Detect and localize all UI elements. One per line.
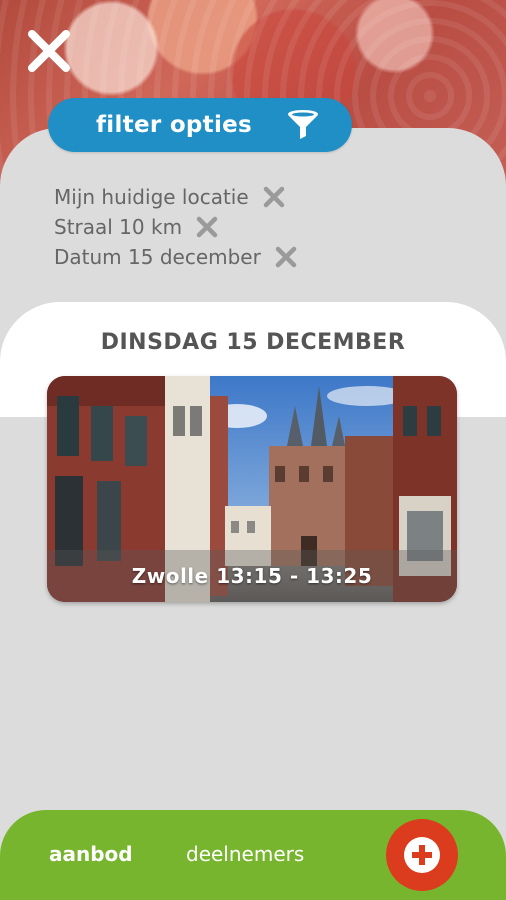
- close-icon: [275, 246, 297, 268]
- close-icon: [196, 216, 218, 238]
- event-card[interactable]: Zwolle 13:15 - 13:25: [47, 376, 457, 602]
- remove-filter-radius-button[interactable]: [196, 216, 218, 238]
- filter-options-button[interactable]: filter opties: [48, 98, 352, 152]
- filter-chip-label: Mijn huidige locatie: [54, 185, 249, 209]
- filter-chip-location: Mijn huidige locatie: [54, 182, 297, 212]
- tab-aanbod[interactable]: aanbod: [49, 842, 133, 866]
- active-filters-list: Mijn huidige locatie Straal 10 km Datum …: [54, 182, 297, 272]
- close-icon: [263, 186, 284, 208]
- plus-icon: [404, 837, 440, 873]
- filter-chip-date: Datum 15 december: [54, 242, 297, 272]
- day-title: DINSDAG 15 DECEMBER: [100, 330, 406, 355]
- remove-filter-location-button[interactable]: [263, 186, 285, 208]
- filter-options-label: filter opties: [96, 112, 253, 138]
- filter-chip-label: Straal 10 km: [54, 215, 183, 239]
- event-caption: Zwolle 13:15 - 13:25: [47, 550, 457, 602]
- filter-chip-label: Datum 15 december: [54, 245, 261, 269]
- close-icon: [28, 30, 70, 72]
- remove-filter-date-button[interactable]: [275, 246, 297, 268]
- tab-deelnemers[interactable]: deelnemers: [186, 842, 304, 866]
- filter-chip-radius: Straal 10 km: [54, 212, 297, 242]
- funnel-icon: [288, 110, 318, 139]
- add-button[interactable]: [386, 819, 458, 891]
- close-button[interactable]: [26, 28, 72, 74]
